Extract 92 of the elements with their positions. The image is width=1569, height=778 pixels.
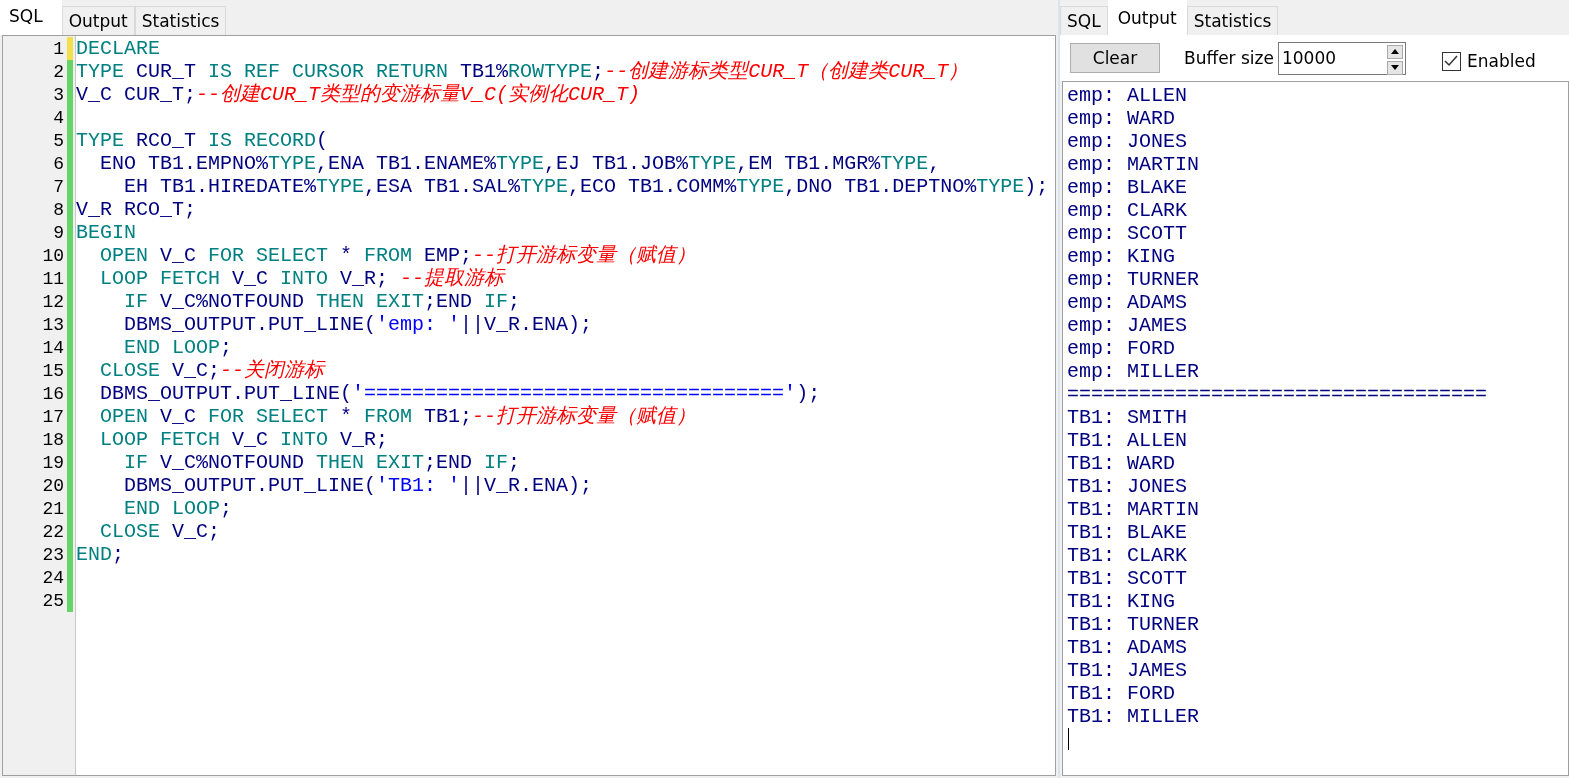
code-line: END LOOP; [123, 497, 233, 520]
clear-button[interactable]: Clear [1070, 43, 1160, 73]
code-line: DECLARE [76, 37, 160, 60]
line-number: 1 [52, 38, 64, 59]
line-number: 25 [41, 590, 64, 611]
output-line: emp: FORD [1067, 337, 1176, 360]
output-line: emp: ALLEN [1067, 84, 1188, 107]
code-line: ENO TB1.EMPNO%TYPE,ENA TB1.ENAME%TYPE,EJ TB1.JOB%TYPE,EM TB1.MGR%TYPE, [99, 152, 941, 175]
code-line: TYPE CUR_T IS REF CURSOR RETURN TB1%ROWTYPE;--创建游标类型CUR_T（创建类CUR_T） [76, 60, 969, 83]
text-cursor [1068, 728, 1069, 750]
output-line: emp: WARD [1067, 107, 1176, 130]
line-number: 9 [52, 222, 64, 243]
tab[interactable]: Statistics [1186, 6, 1279, 35]
line-number: 7 [52, 176, 64, 197]
output-line: TB1: WARD [1067, 452, 1176, 475]
code-line: CLOSE V_C;--关闭游标 [99, 359, 325, 382]
output-line: emp: JONES [1067, 130, 1188, 153]
line-number: 11 [41, 268, 64, 289]
output-line: TB1: KING [1067, 590, 1176, 613]
code-line: DBMS_OUTPUT.PUT_LINE('==================================='); [99, 382, 821, 405]
code-line: LOOP FETCH V_C INTO V_R; --提取游标 [99, 267, 505, 290]
code-line: EH TB1.HIREDATE%TYPE,ESA TB1.SAL%TYPE,ECO TB1.COMM%TYPE,DNO TB1.DEPTNO%TYPE); [123, 175, 1049, 198]
line-number: 19 [41, 452, 64, 473]
code-line: OPEN V_C FOR SELECT * FROM TB1;--打开游标变量（赋值） [99, 405, 697, 428]
line-number: 16 [41, 383, 64, 404]
output-line: TB1: SCOTT [1067, 567, 1188, 590]
line-number: 21 [41, 498, 64, 519]
code-line: LOOP FETCH V_C INTO V_R; [99, 428, 389, 451]
code-line: OPEN V_C FOR SELECT * FROM EMP;--打开游标变量（赋值） [99, 244, 697, 267]
code-editor[interactable] [2, 35, 1056, 776]
output-line: =================================== [1067, 383, 1488, 406]
tab[interactable]: Output [1107, 0, 1187, 35]
output-line: emp: MILLER [1067, 360, 1200, 383]
output-line: TB1: BLAKE [1067, 521, 1188, 544]
line-number: 24 [41, 567, 64, 588]
tab[interactable]: Output [61, 6, 135, 35]
output-line: emp: SCOTT [1067, 222, 1188, 245]
line-number: 8 [52, 199, 64, 220]
line-number: 4 [52, 107, 64, 128]
buffer-size-field[interactable]: 10000 [1277, 41, 1406, 75]
output-line: emp: ADAMS [1067, 291, 1188, 314]
code-line: CLOSE V_C; [99, 520, 221, 543]
tab[interactable]: Statistics [134, 6, 227, 35]
line-number: 17 [41, 406, 64, 427]
code-line: END LOOP; [123, 336, 233, 359]
code-line: TYPE RCO_T IS RECORD( [76, 129, 329, 152]
output-line: emp: BLAKE [1067, 176, 1188, 199]
output-line: emp: TURNER [1067, 268, 1200, 291]
line-number: 13 [41, 314, 64, 335]
buffer-size-label: Buffer size [1184, 48, 1274, 68]
code-line: DBMS_OUTPUT.PUT_LINE('emp: '||V_R.ENA); [123, 313, 593, 336]
output-line: TB1: ADAMS [1067, 636, 1188, 659]
line-number: 22 [41, 521, 64, 542]
output-line: TB1: JONES [1067, 475, 1188, 498]
output-line: emp: KING [1067, 245, 1176, 268]
line-number: 23 [41, 544, 64, 565]
output-line: TB1: MARTIN [1067, 498, 1200, 521]
enabled-label: Enabled [1466, 51, 1536, 71]
output-line: TB1: CLARK [1067, 544, 1188, 567]
line-number: 20 [41, 475, 64, 496]
line-number: 12 [41, 291, 64, 312]
output-line: TB1: SMITH [1067, 406, 1188, 429]
line-number: 3 [52, 84, 64, 105]
code-line: IF V_C%NOTFOUND THEN EXIT;END IF; [123, 290, 521, 313]
line-number: 5 [52, 130, 64, 151]
line-number: 2 [52, 61, 64, 82]
code-line: V_C CUR_T;--创建CUR_T类型的变游标量V_C(实例化CUR_T) [76, 83, 641, 106]
code-line: DBMS_OUTPUT.PUT_LINE('TB1: '||V_R.ENA); [123, 474, 593, 497]
checkmark-icon [1444, 55, 1459, 67]
up-triangle-icon [1390, 49, 1399, 54]
output-line: TB1: FORD [1067, 682, 1176, 705]
output-line: emp: MARTIN [1067, 153, 1200, 176]
line-number: 15 [41, 360, 64, 381]
down-triangle-icon [1390, 65, 1399, 70]
enabled-checkbox[interactable] [1441, 51, 1461, 71]
output-line: emp: JAMES [1067, 314, 1188, 337]
output-line: emp: CLARK [1067, 199, 1188, 222]
tab[interactable]: SQL [1060, 6, 1108, 35]
code-line: BEGIN [76, 221, 136, 244]
output-line: TB1: MILLER [1067, 705, 1200, 728]
output-line: TB1: ALLEN [1067, 429, 1188, 452]
output-panel[interactable] [1062, 81, 1569, 776]
code-line: IF V_C%NOTFOUND THEN EXIT;END IF; [123, 451, 521, 474]
output-line: TB1: JAMES [1067, 659, 1188, 682]
line-number: 10 [41, 245, 64, 266]
line-number: 18 [41, 429, 64, 450]
tab[interactable]: SQL [0, 0, 62, 35]
code-line: V_R RCO_T; [76, 198, 197, 221]
line-number: 14 [41, 337, 64, 358]
output-line: TB1: TURNER [1067, 613, 1200, 636]
line-number: 6 [52, 153, 64, 174]
code-line: END; [76, 543, 125, 566]
